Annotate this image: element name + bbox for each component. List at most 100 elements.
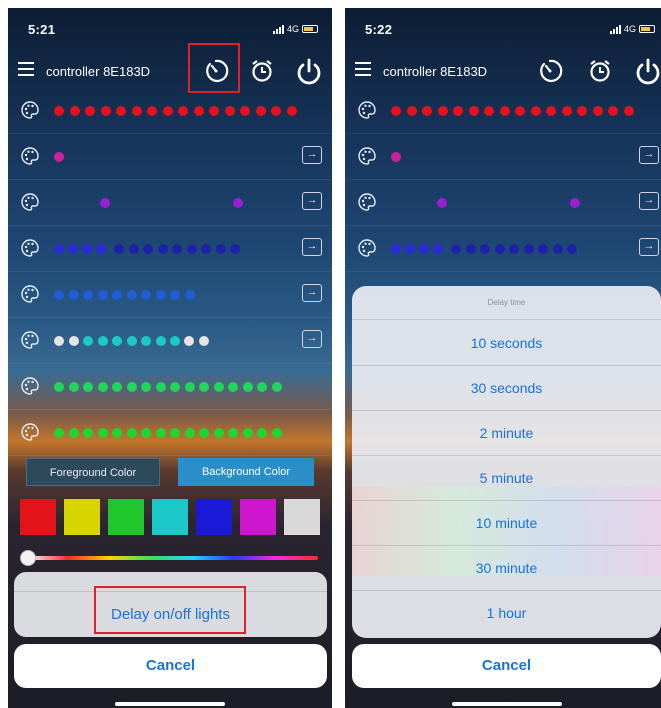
effect-row[interactable] (8, 364, 332, 410)
led-dot (552, 244, 563, 254)
effect-row[interactable] (8, 410, 332, 456)
led-dot (141, 428, 151, 438)
led-dot (198, 336, 209, 346)
effect-row[interactable]: → (345, 226, 661, 272)
delay-option[interactable]: 10 seconds (352, 321, 661, 366)
led-dot (186, 244, 197, 254)
color-swatch[interactable] (196, 499, 232, 535)
led-dot (224, 106, 235, 116)
led-dot (391, 152, 401, 162)
led-dot (126, 382, 137, 392)
background-color-tab[interactable]: Background Color (178, 458, 314, 486)
led-dot (228, 382, 238, 392)
led-dot (128, 244, 139, 254)
led-dot (213, 428, 224, 438)
alarm-clock-icon[interactable] (247, 56, 277, 86)
timer-highlight-box (188, 43, 240, 93)
led-dot (83, 428, 93, 438)
arrow-right-icon[interactable]: → (302, 284, 322, 302)
led-dot (126, 336, 137, 346)
palette-icon (21, 239, 39, 257)
led-dot (419, 244, 429, 254)
led-dot (468, 106, 479, 116)
status-time: 5:21 (28, 22, 56, 37)
led-dot (100, 198, 110, 208)
led-dot (155, 428, 166, 438)
arrow-right-icon[interactable]: → (639, 146, 659, 164)
led-dot (184, 290, 195, 300)
effect-row[interactable]: → (8, 226, 332, 272)
power-icon[interactable] (633, 56, 661, 86)
led-dot (523, 244, 534, 254)
led-dot (100, 106, 111, 116)
color-slider-track[interactable] (26, 556, 318, 560)
effect-row[interactable] (8, 88, 332, 134)
led-dot (271, 428, 282, 438)
led-dot (515, 106, 525, 116)
arrow-right-icon[interactable]: → (639, 238, 659, 256)
effect-row[interactable]: → (345, 134, 661, 180)
delay-time-sheet: Delay time 10 seconds 30 seconds 2 minute 5… (352, 286, 661, 638)
led-dot (155, 290, 166, 300)
arrow-right-icon[interactable]: → (302, 192, 322, 210)
delay-option[interactable]: 10 minute (352, 501, 661, 546)
cancel-button[interactable]: Cancel (14, 644, 327, 688)
color-slider-thumb[interactable] (20, 550, 36, 566)
led-dot (240, 106, 250, 116)
led-dot (69, 106, 80, 116)
led-dot (271, 382, 282, 392)
color-swatch[interactable] (108, 499, 144, 535)
led-dot (215, 244, 226, 254)
led-dot (255, 106, 266, 116)
led-dot (141, 290, 151, 300)
effect-row[interactable] (345, 88, 661, 134)
menu-icon[interactable] (18, 62, 34, 76)
arrow-right-icon[interactable]: → (639, 192, 659, 210)
led-dot (68, 336, 79, 346)
led-dot (54, 290, 64, 300)
delay-option[interactable]: 2 minute (352, 411, 661, 456)
effect-row[interactable]: → (345, 180, 661, 226)
led-dot (451, 244, 461, 254)
led-dot (83, 336, 93, 346)
led-dot (97, 290, 108, 300)
delay-option[interactable]: 30 seconds (352, 366, 661, 411)
network-label: 4G (623, 24, 636, 34)
arrow-right-icon[interactable]: → (302, 238, 322, 256)
led-dot (54, 336, 64, 346)
foreground-color-tab[interactable]: Foreground Color (26, 458, 160, 486)
color-swatch[interactable] (20, 499, 56, 535)
delay-option[interactable]: 1 hour (352, 591, 661, 636)
led-dot (286, 106, 297, 116)
led-dot (143, 244, 153, 254)
led-dot (112, 428, 122, 438)
delay-option[interactable]: 30 minute (352, 546, 661, 591)
led-dot (494, 244, 505, 254)
arrow-right-icon[interactable]: → (302, 146, 322, 164)
effect-row[interactable]: → (8, 272, 332, 318)
led-dot (538, 244, 548, 254)
home-indicator (452, 702, 562, 706)
led-dot (271, 106, 281, 116)
effect-row[interactable]: → (8, 318, 332, 364)
effect-row[interactable]: → (8, 180, 332, 226)
cancel-button[interactable]: Cancel (352, 644, 661, 688)
status-indicators: 4G (272, 24, 318, 34)
effect-row[interactable]: → (8, 134, 332, 180)
led-dot (147, 106, 157, 116)
arrow-right-icon[interactable]: → (302, 330, 322, 348)
app-header: controller 8E183D (8, 52, 332, 92)
palette-icon (21, 331, 39, 349)
menu-icon[interactable] (355, 62, 371, 76)
led-dot (155, 336, 166, 346)
color-swatch[interactable] (152, 499, 188, 535)
color-swatch[interactable] (64, 499, 100, 535)
power-icon[interactable] (294, 56, 324, 86)
led-dot (422, 106, 432, 116)
timer-icon[interactable] (535, 56, 565, 86)
delay-option[interactable]: 5 minute (352, 456, 661, 501)
color-swatch[interactable] (240, 499, 276, 535)
color-swatch[interactable] (284, 499, 320, 535)
alarm-clock-icon[interactable] (585, 56, 615, 86)
led-dot (509, 244, 519, 254)
